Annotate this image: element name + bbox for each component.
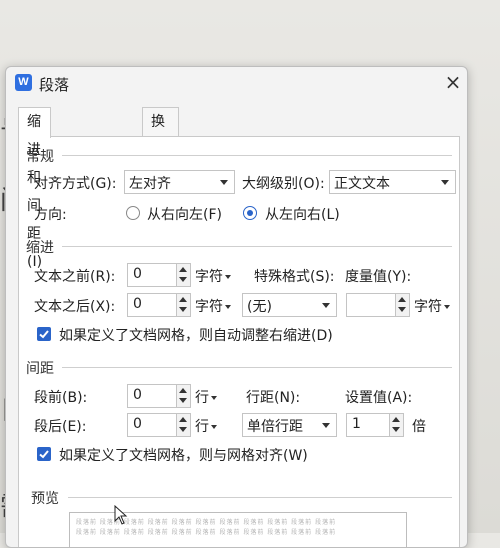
preview-sample-text: 段落前 段落前 段落前 段落前 段落前 段落前 段落前 段落前 段落前 段落前 … [76, 529, 337, 536]
measure-stepper[interactable] [346, 293, 410, 317]
indent-after-label: 文本之后(X): [34, 299, 116, 315]
stepper-buttons[interactable] [389, 414, 403, 436]
indent-before-label: 文本之前(R): [34, 269, 116, 285]
checkmark-icon [39, 450, 49, 459]
section-preview-label: 预览 [31, 491, 59, 507]
arrow-down-icon [179, 307, 187, 312]
direction-rtl-radio[interactable] [126, 206, 140, 220]
arrow-down-icon [179, 398, 187, 403]
indent-before-value: 0 [133, 266, 142, 282]
measure-unit-text: 字符 [414, 299, 442, 315]
close-icon[interactable]: × [442, 70, 464, 94]
tab-indent-spacing[interactable]: 缩进和间距(I) [18, 107, 52, 270]
chevron-down-icon [211, 396, 217, 400]
chevron-down-icon [220, 180, 228, 185]
arrow-down-icon [392, 427, 400, 432]
chevron-down-icon [211, 425, 217, 429]
spacing-after-unit[interactable]: 行 [195, 416, 217, 436]
mouse-cursor-icon [114, 505, 128, 525]
arrow-up-icon [179, 297, 187, 302]
stepper-buttons[interactable] [176, 264, 190, 286]
spacing-after-value: 0 [133, 416, 142, 432]
arrow-up-icon [398, 297, 406, 302]
spacing-before-unit[interactable]: 行 [195, 387, 217, 407]
arrow-down-icon [398, 307, 406, 312]
wps-writer-logo-icon: W [15, 74, 32, 91]
stepper-buttons[interactable] [176, 294, 190, 316]
auto-adjust-indent-label[interactable]: 如果定义了文档网格，则自动调整右缩进(D) [59, 325, 333, 345]
spacing-before-value: 0 [133, 387, 142, 403]
section-divider [62, 367, 452, 368]
stepper-buttons[interactable] [176, 414, 190, 436]
special-format-label: 特殊格式(S): [254, 269, 335, 285]
section-divider [62, 246, 452, 247]
direction-ltr-radio[interactable] [243, 206, 257, 220]
line-spacing-label: 行距(N): [246, 390, 301, 406]
arrow-down-icon [179, 277, 187, 282]
chevron-down-icon [322, 303, 330, 308]
outline-level-value: 正文文本 [334, 176, 390, 192]
chevron-down-icon [441, 180, 449, 185]
indent-after-stepper[interactable]: 0 [127, 293, 191, 317]
setting-value-unit: 倍 [412, 419, 426, 435]
arrow-up-icon [179, 388, 187, 393]
measure-label: 度量值(Y): [345, 269, 412, 285]
outline-level-select[interactable]: 正文文本 [329, 170, 456, 194]
arrow-down-icon [179, 427, 187, 432]
auto-adjust-indent-checkbox[interactable] [37, 327, 51, 341]
indent-before-unit[interactable]: 字符 [195, 266, 231, 286]
alignment-label: 对齐方式(G): [34, 176, 117, 192]
spacing-after-unit-text: 行 [195, 419, 209, 435]
snap-to-grid-label[interactable]: 如果定义了文档网格，则与网格对齐(W) [59, 445, 308, 465]
chevron-down-icon [225, 275, 231, 279]
line-spacing-select[interactable]: 单倍行距 [242, 413, 337, 437]
spacing-after-stepper[interactable]: 0 [127, 413, 191, 437]
direction-rtl-label[interactable]: 从右向左(F) [147, 204, 222, 224]
setting-value-label: 设置值(A): [345, 390, 413, 406]
stepper-buttons[interactable] [395, 294, 409, 316]
spacing-before-label: 段前(B): [34, 390, 88, 406]
arrow-up-icon [179, 417, 187, 422]
stepper-buttons[interactable] [176, 385, 190, 407]
tab-line-page-breaks[interactable]: 换行和分页(P) [142, 107, 180, 270]
indent-after-unit-text: 字符 [195, 299, 223, 315]
paragraph-dialog: W 段落 × 缩进和间距(I) 换行和分页(P) 常规 对齐方式(G): 左对齐… [5, 66, 468, 548]
outline-level-label: 大纲级别(O): [242, 176, 325, 192]
spacing-before-unit-text: 行 [195, 390, 209, 406]
special-format-value: (无) [247, 299, 272, 315]
direction-ltr-label[interactable]: 从左向右(L) [265, 204, 340, 224]
dialog-titlebar[interactable]: W 段落 × [6, 67, 467, 101]
chevron-down-icon [444, 305, 450, 309]
line-spacing-value: 单倍行距 [247, 419, 303, 435]
setting-value-stepper[interactable]: 1 [346, 413, 404, 437]
spacing-before-stepper[interactable]: 0 [127, 384, 191, 408]
alignment-value: 左对齐 [129, 176, 171, 192]
indent-before-stepper[interactable]: 0 [127, 263, 191, 287]
arrow-up-icon [392, 417, 400, 422]
indent-after-unit[interactable]: 字符 [195, 296, 231, 316]
chevron-down-icon [225, 305, 231, 309]
alignment-select[interactable]: 左对齐 [124, 170, 235, 194]
dialog-title: 段落 [39, 76, 70, 94]
section-spacing-label: 间距 [26, 361, 54, 377]
checkmark-icon [39, 330, 49, 339]
indent-before-unit-text: 字符 [195, 269, 223, 285]
chevron-down-icon [322, 423, 330, 428]
snap-to-grid-checkbox[interactable] [37, 447, 51, 461]
section-divider [62, 155, 452, 156]
spacing-after-label: 段后(E): [34, 419, 87, 435]
special-format-select[interactable]: (无) [242, 293, 337, 317]
arrow-up-icon [179, 267, 187, 272]
setting-value: 1 [352, 416, 361, 432]
section-divider [68, 497, 452, 498]
indent-after-value: 0 [133, 296, 142, 312]
measure-unit[interactable]: 字符 [414, 296, 450, 316]
